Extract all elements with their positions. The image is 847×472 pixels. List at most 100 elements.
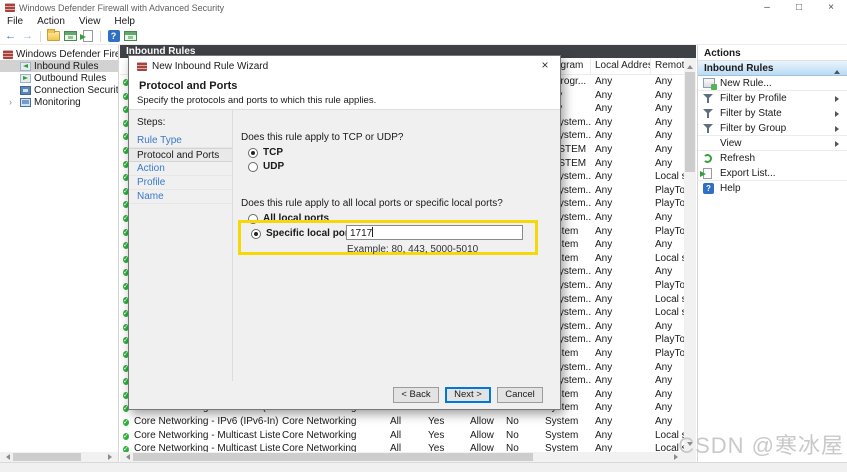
console-tree: Windows Defender Firewall with Advanced … <box>0 45 119 462</box>
wizard-step-protocol-and-ports[interactable]: Protocol and Ports <box>129 148 232 162</box>
help-icon[interactable] <box>106 30 121 43</box>
wizard-step-profile[interactable]: Profile <box>129 176 232 190</box>
submenu-arrow-icon <box>835 141 842 147</box>
tcp-radio[interactable] <box>248 148 258 158</box>
tree-item-outbound-rules-icon <box>20 74 31 83</box>
wizard-step-name[interactable]: Name <box>129 190 232 204</box>
rule-remote-address: Any <box>655 130 684 141</box>
rule-override: No <box>506 430 542 441</box>
wizard-title-bar[interactable]: New Inbound Rule Wizard × <box>129 56 560 76</box>
cancel-button[interactable]: Cancel <box>497 387 543 403</box>
console-window-icon[interactable] <box>63 30 78 43</box>
rule-local-address: Any <box>595 130 651 141</box>
export-list-icon[interactable] <box>80 30 95 43</box>
tcp-radio-label[interactable]: TCP <box>263 147 283 158</box>
scroll-right-icon[interactable] <box>108 454 115 460</box>
menu-action[interactable]: Action <box>30 16 72 27</box>
rule-enabled: Yes <box>428 416 468 427</box>
specific-local-ports-radio[interactable] <box>251 229 261 239</box>
collapse-icon[interactable] <box>834 67 840 74</box>
scrollbar-thumb[interactable] <box>133 453 533 461</box>
actions-pane-title: Actions <box>698 45 847 61</box>
rule-remote-address: Any <box>655 402 684 413</box>
column-header-local-address[interactable]: Local Address <box>591 58 651 74</box>
rule-override: No <box>506 416 542 427</box>
rule-row[interactable]: Core Networking - Multicast Listener Qu.… <box>120 442 684 452</box>
tree-item-outbound-rules[interactable]: Outbound Rules <box>0 72 118 84</box>
minimize-button[interactable]: – <box>751 1 783 15</box>
wizard-header: Protocol and Ports Specify the protocols… <box>129 76 560 110</box>
wizard-title: New Inbound Rule Wizard <box>152 61 268 72</box>
expand-chevron-icon[interactable]: › <box>9 97 12 107</box>
menu-help[interactable]: Help <box>107 16 142 27</box>
scrollbar-thumb[interactable] <box>13 453 81 461</box>
firewall-app-icon <box>137 62 147 71</box>
action-item-filter-by-profile[interactable]: Filter by Profile <box>698 91 847 106</box>
rule-remote-address: Local su <box>655 307 684 318</box>
wizard-close-icon[interactable]: × <box>530 56 560 76</box>
rule-enabled-icon <box>123 416 129 427</box>
menu-view[interactable]: View <box>72 16 108 27</box>
specific-ports-input[interactable]: 1717 <box>346 225 523 240</box>
status-bar <box>0 462 847 472</box>
action-item-label: New Rule... <box>720 78 772 89</box>
rule-local-address: Any <box>595 76 651 87</box>
rule-profile: All <box>390 430 426 441</box>
maximize-button[interactable]: □ <box>783 1 815 15</box>
next-button[interactable]: Next > <box>445 387 491 403</box>
list-vertical-scrollbar[interactable] <box>684 58 696 452</box>
show-console-tree-icon[interactable] <box>46 30 61 43</box>
actions-section-inbound-rules[interactable]: Inbound Rules <box>698 61 847 76</box>
tree-item-monitoring-icon <box>20 98 31 107</box>
action-item-export-list[interactable]: Export List... <box>698 166 847 181</box>
action-item-label: Filter by Group <box>720 123 786 134</box>
check-icon <box>123 433 129 440</box>
back-button[interactable]: < Back <box>393 387 439 403</box>
rule-program: System <box>545 416 591 427</box>
action-item-refresh[interactable]: Refresh <box>698 151 847 166</box>
tree-item-root[interactable]: Windows Defender Firewall with Advanced … <box>0 48 118 60</box>
tree-horizontal-scrollbar[interactable] <box>0 452 118 462</box>
column-header-remote-address[interactable]: Remote <box>651 58 684 74</box>
action-item-filter-by-state[interactable]: Filter by State <box>698 106 847 121</box>
action-item-view[interactable]: View <box>698 136 847 151</box>
tree-item-connection-security-rules[interactable]: Connection Security Rules <box>0 84 118 96</box>
action-item-filter-by-group[interactable]: Filter by Group <box>698 121 847 136</box>
tree-item-inbound-rules[interactable]: Inbound Rules <box>0 60 118 72</box>
rule-remote-address: Any <box>655 144 684 155</box>
rule-remote-address: Any <box>655 158 684 169</box>
firewall-app-icon <box>5 3 15 12</box>
wizard-step-rule-type[interactable]: Rule Type <box>129 134 232 148</box>
action-item-label: View <box>720 138 742 149</box>
forward-icon[interactable] <box>20 30 35 43</box>
rule-remote-address: Any <box>655 389 684 400</box>
menu-file[interactable]: File <box>0 16 30 27</box>
close-button[interactable]: × <box>815 1 847 15</box>
rule-local-address: Any <box>595 294 651 305</box>
wizard-step-action[interactable]: Action <box>129 162 232 176</box>
scrollbar-thumb[interactable] <box>685 72 695 172</box>
scroll-up-icon[interactable] <box>687 62 693 69</box>
scroll-left-icon[interactable] <box>3 454 10 460</box>
submenu-arrow-icon <box>835 111 842 117</box>
rule-group: Core Networking <box>282 430 388 441</box>
rule-override: No <box>506 443 542 452</box>
udp-radio-label[interactable]: UDP <box>263 161 284 172</box>
action-item-new-rule[interactable]: New Rule... <box>698 76 847 91</box>
submenu-arrow-icon <box>835 96 842 102</box>
list-horizontal-scrollbar[interactable] <box>120 452 684 462</box>
properties-window-icon[interactable] <box>123 30 138 43</box>
udp-radio[interactable] <box>248 162 258 172</box>
text-caret <box>372 227 373 237</box>
rule-remote-address: Any <box>655 416 684 427</box>
tree-item-monitoring[interactable]: ›Monitoring <box>0 96 118 108</box>
scroll-left-icon[interactable] <box>123 454 130 460</box>
action-item-help[interactable]: Help <box>698 181 847 196</box>
rule-row[interactable]: Core Networking - IPv6 (IPv6-In)Core Net… <box>120 415 684 429</box>
back-icon[interactable] <box>3 30 18 43</box>
rule-row[interactable]: Core Networking - Multicast Listener Do.… <box>120 429 684 443</box>
rule-remote-address: Local su <box>655 294 684 305</box>
rule-remote-address: Any <box>655 375 684 386</box>
tree-item-inbound-rules-label: Inbound Rules <box>34 61 99 72</box>
rule-name: Core Networking - IPv6 (IPv6-In) <box>134 416 280 427</box>
